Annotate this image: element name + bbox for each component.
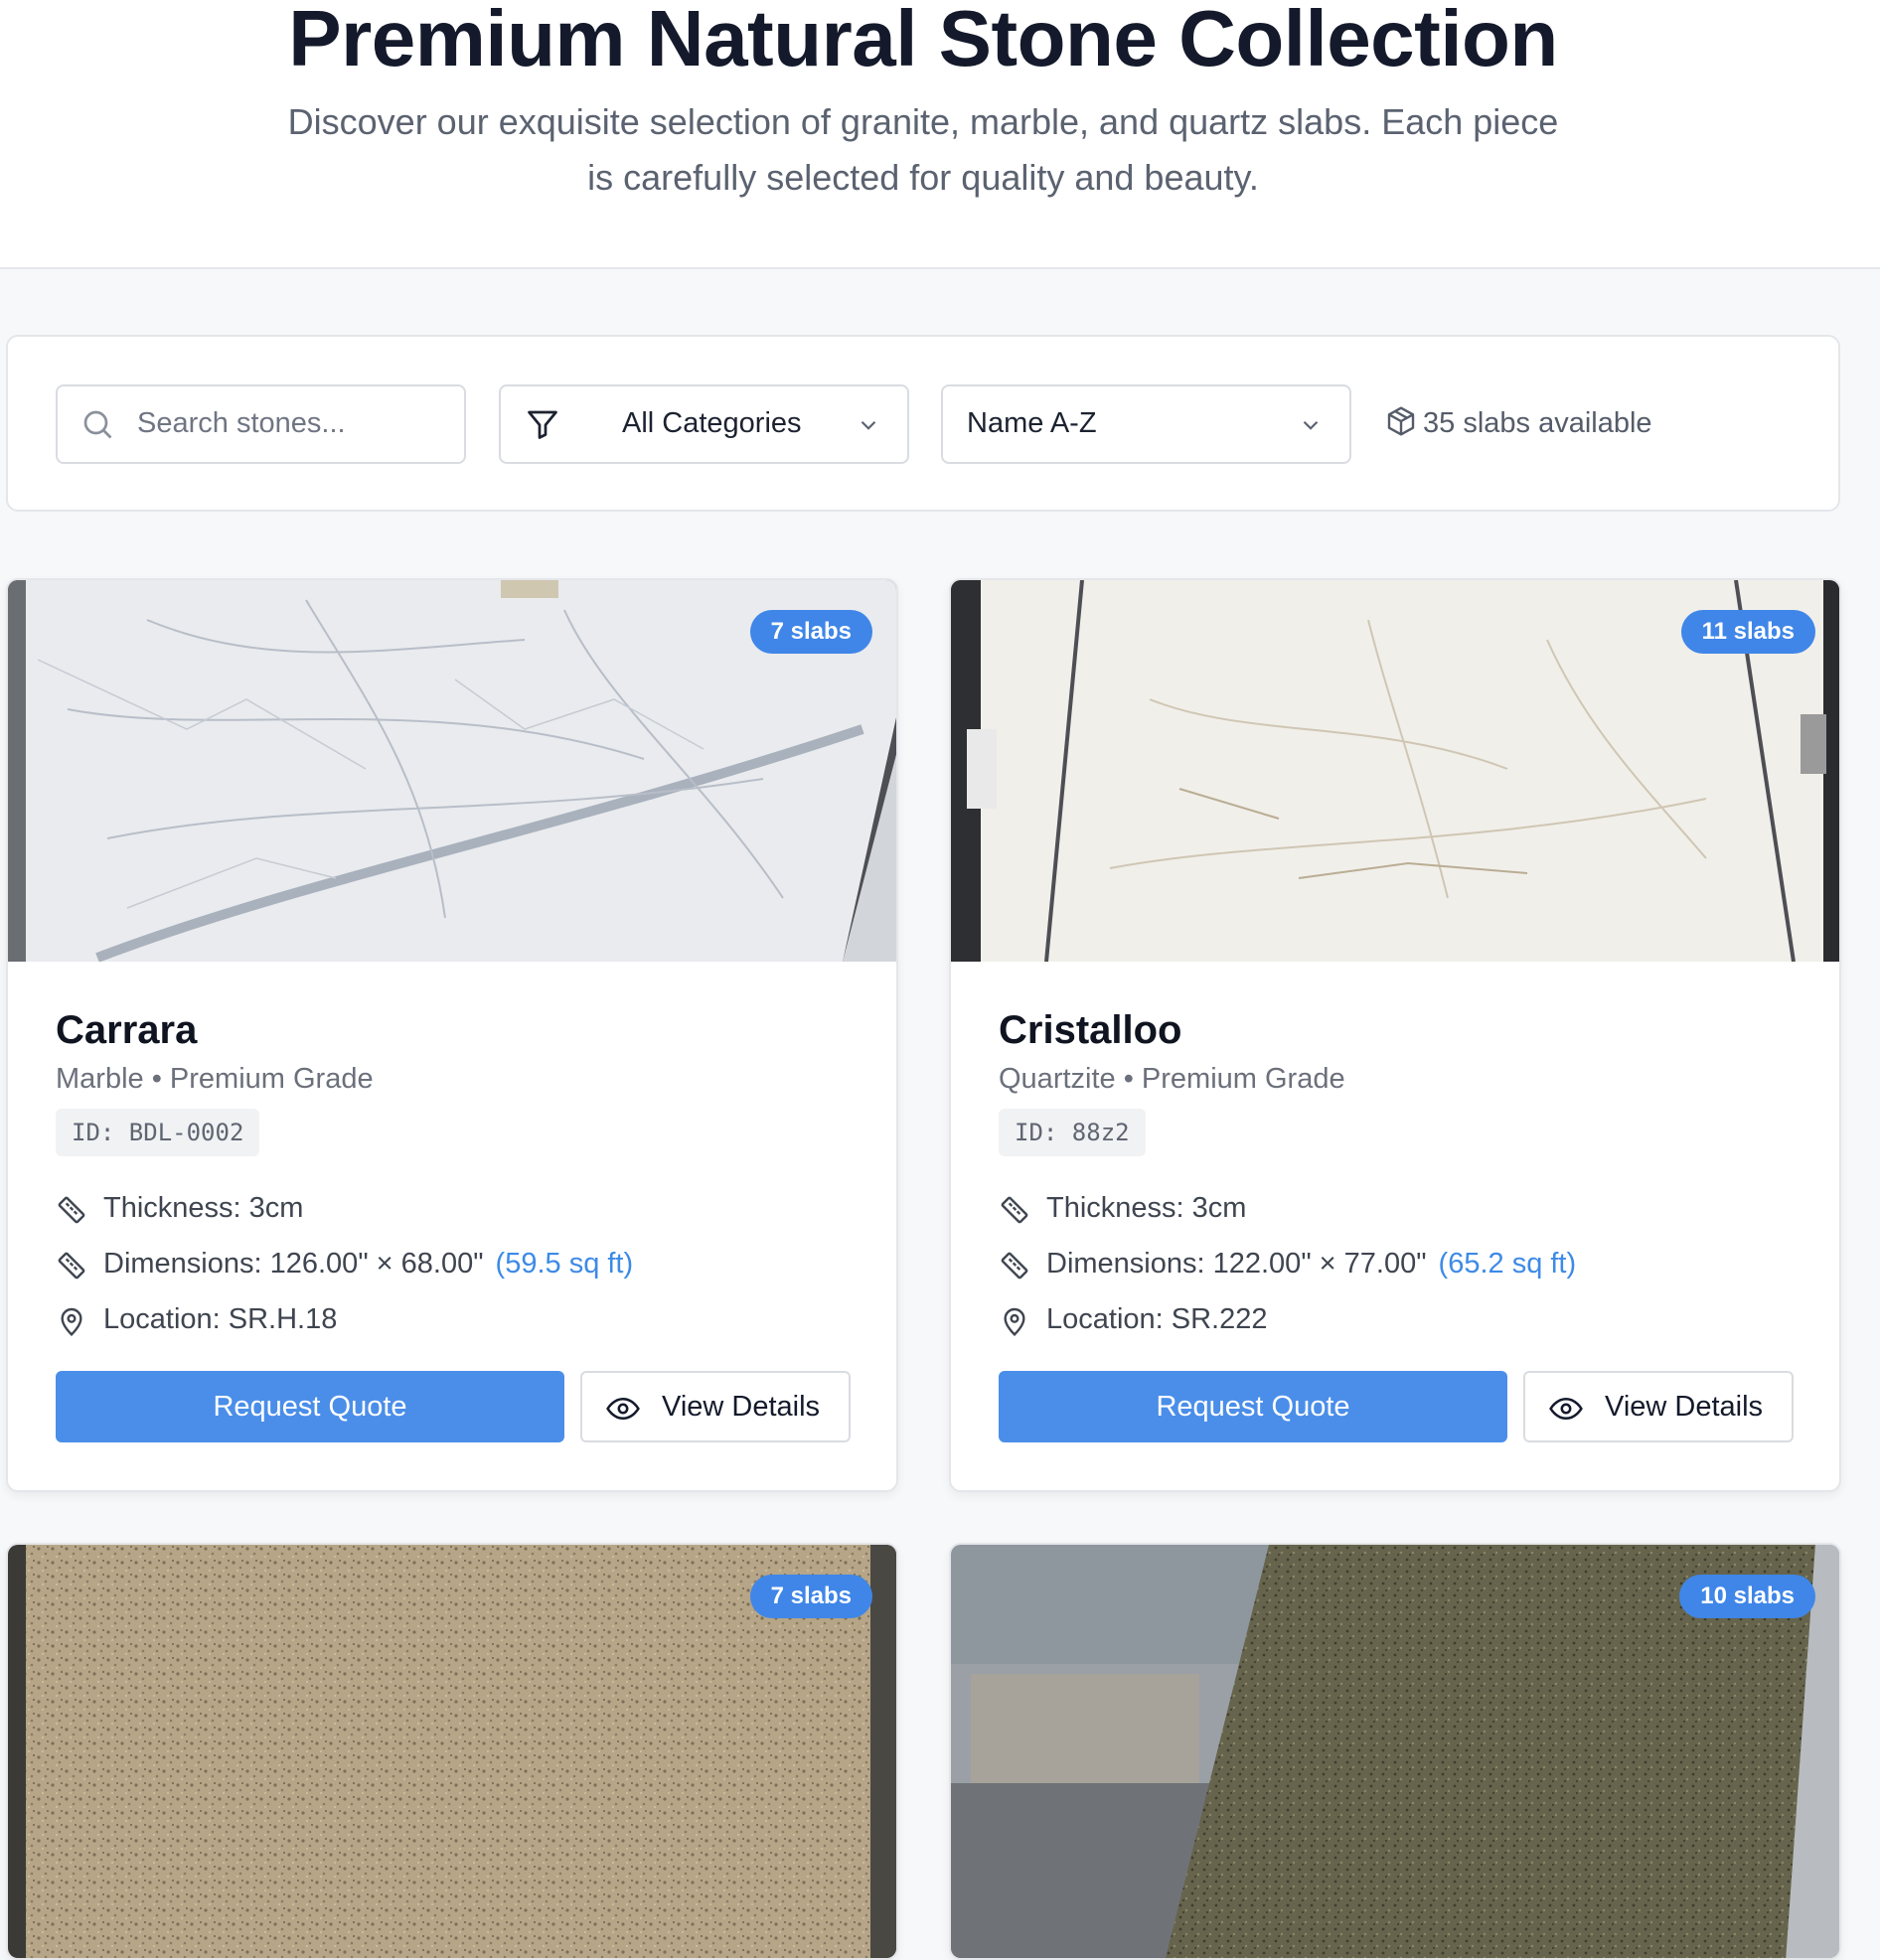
search-placeholder: Search stones...	[137, 407, 346, 439]
view-details-label: View Details	[1605, 1391, 1764, 1423]
thickness-text: Thickness: 3cm	[103, 1192, 304, 1224]
search-input[interactable]: Search stones...	[56, 384, 466, 464]
stone-image[interactable]: 7 slabs	[8, 1545, 896, 1958]
stone-image[interactable]: 11 slabs	[951, 580, 1839, 963]
request-quote-button[interactable]: Request Quote	[999, 1371, 1507, 1442]
sort-value: Name A-Z	[967, 407, 1097, 439]
slab-count-badge: 10 slabs	[1679, 1575, 1815, 1618]
page-title: Premium Natural Stone Collection	[288, 0, 1558, 82]
stone-id: ID: 88z2	[999, 1109, 1146, 1156]
stone-card[interactable]: 11 slabs Cristalloo Quartzite • Premium …	[949, 578, 1841, 1492]
stone-card[interactable]: 10 slabs	[949, 1543, 1841, 1960]
view-details-label: View Details	[662, 1391, 821, 1423]
stone-name: Cristalloo	[999, 1008, 1182, 1052]
stone-type-grade: Marble • Premium Grade	[56, 1063, 374, 1095]
category-value: All Categories	[622, 407, 802, 439]
package-icon	[1385, 406, 1423, 439]
filter-icon	[525, 406, 560, 450]
search-icon	[79, 406, 115, 450]
slab-count-badge: 7 slabs	[749, 610, 872, 654]
chevron-down-icon	[1298, 412, 1324, 446]
thickness-text: Thickness: 3cm	[1046, 1192, 1247, 1224]
dimensions-text: Dimensions: 126.00" × 68.00"	[103, 1248, 484, 1280]
stone-image[interactable]: 7 slabs	[8, 580, 896, 963]
view-details-button[interactable]: View Details	[580, 1371, 851, 1442]
square-footage: (65.2 sq ft)	[1438, 1248, 1577, 1280]
slabs-available-text: 35 slabs available	[1423, 407, 1652, 439]
dimensions-text: Dimensions: 122.00" × 77.00"	[1046, 1248, 1427, 1280]
filter-bar: Search stones... All Categories Name A-Z…	[6, 335, 1840, 512]
slabs-available: 35 slabs available	[1385, 405, 1652, 440]
slab-count-badge: 11 slabs	[1680, 610, 1815, 654]
stone-type-grade: Quartzite • Premium Grade	[999, 1063, 1345, 1095]
page-subtitle: Discover our exquisite selection of gran…	[287, 101, 1559, 198]
stone-id: ID: BDL-0002	[56, 1109, 260, 1156]
square-footage: (59.5 sq ft)	[495, 1248, 634, 1280]
request-quote-button[interactable]: Request Quote	[56, 1371, 564, 1442]
stone-card[interactable]: 7 slabs Carrara Marble • Premium Grade I…	[6, 578, 898, 1492]
location-text: Location: SR.H.18	[103, 1303, 338, 1335]
view-details-button[interactable]: View Details	[1523, 1371, 1794, 1442]
stone-name: Carrara	[56, 1008, 198, 1052]
category-select[interactable]: All Categories	[499, 384, 909, 464]
slab-count-badge: 7 slabs	[749, 1575, 872, 1618]
location-text: Location: SR.222	[1046, 1303, 1268, 1335]
sort-select[interactable]: Name A-Z	[941, 384, 1351, 464]
chevron-down-icon	[856, 412, 881, 446]
stone-image[interactable]: 10 slabs	[951, 1545, 1839, 1958]
page-header: Premium Natural Stone Collection Discove…	[0, 0, 1880, 269]
stone-card[interactable]: 7 slabs	[6, 1543, 898, 1960]
